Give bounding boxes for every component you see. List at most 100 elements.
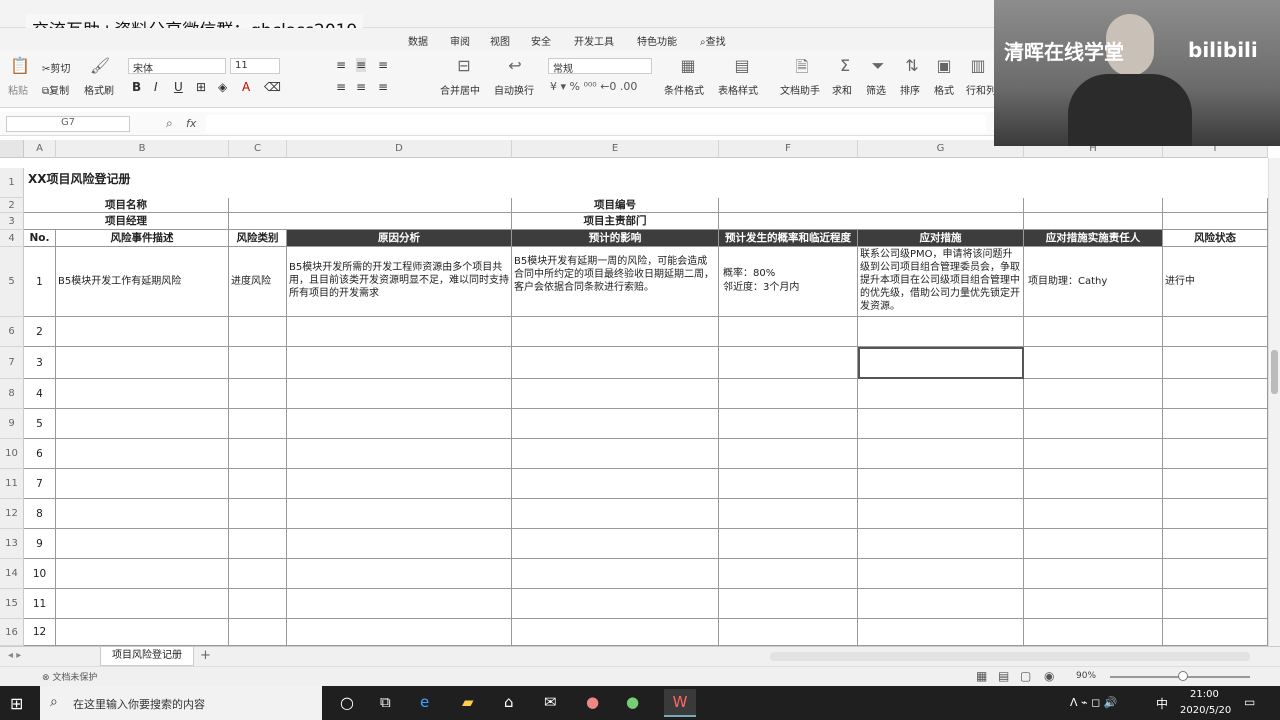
- empty-cell[interactable]: [229, 347, 287, 379]
- empty-cell[interactable]: [1163, 379, 1268, 409]
- tray-icons[interactable]: ᐱ ⌁ ◻ 🔊: [1070, 696, 1117, 709]
- header-owner[interactable]: 应对措施实施责任人: [1024, 230, 1163, 247]
- taskbar-search-box[interactable]: ⌕ 在这里输入你要搜索的内容: [40, 686, 322, 720]
- row-header[interactable]: 16: [0, 619, 24, 646]
- empty-cell[interactable]: [1024, 499, 1163, 529]
- eye-icon[interactable]: ◉: [1044, 669, 1054, 683]
- font-size-select[interactable]: 11: [230, 58, 280, 74]
- empty-cell[interactable]: [56, 317, 229, 347]
- empty-cell[interactable]: [1163, 619, 1268, 646]
- empty-cell[interactable]: [56, 379, 229, 409]
- windows-start-icon[interactable]: ⊞: [10, 694, 23, 713]
- empty-cell[interactable]: [56, 469, 229, 499]
- align-top-icon[interactable]: ≡: [336, 58, 346, 72]
- task-view-icon[interactable]: ⧉: [380, 693, 391, 711]
- owner-cell[interactable]: 项目助理：Cathy: [1024, 247, 1163, 317]
- eraser-icon[interactable]: ⌫: [264, 80, 281, 94]
- empty-cell[interactable]: [1024, 589, 1163, 619]
- empty-cell[interactable]: [229, 559, 287, 589]
- empty-cell[interactable]: [229, 529, 287, 559]
- empty-cell[interactable]: [56, 589, 229, 619]
- empty-cell[interactable]: [512, 559, 719, 589]
- row-header[interactable]: 12: [0, 499, 24, 529]
- empty-cell[interactable]: [858, 317, 1024, 347]
- empty-cell[interactable]: [287, 317, 512, 347]
- risk-no-cell[interactable]: 1: [24, 247, 56, 317]
- risk-no-cell[interactable]: 2: [24, 317, 56, 347]
- empty-cell[interactable]: [287, 559, 512, 589]
- risk-desc-cell[interactable]: B5模块开发工作有延期风险: [56, 247, 229, 317]
- header-response[interactable]: 应对措施: [858, 230, 1024, 247]
- font-color-icon[interactable]: A: [242, 80, 250, 94]
- empty-cell[interactable]: [858, 439, 1024, 469]
- menu-data[interactable]: 数据: [408, 33, 428, 48]
- header-category[interactable]: 风险类别: [229, 230, 287, 247]
- empty-cell[interactable]: [56, 347, 229, 379]
- empty-cell[interactable]: [56, 619, 229, 646]
- sort-button[interactable]: 排序: [900, 82, 920, 97]
- empty-cell[interactable]: [1024, 409, 1163, 439]
- sheet-tab-risk-register[interactable]: 项目风险登记册: [100, 647, 194, 666]
- header-risk-desc[interactable]: 风险事件描述: [56, 230, 229, 247]
- blank-cell[interactable]: [1024, 213, 1163, 230]
- app-icon-2[interactable]: ●: [626, 693, 639, 711]
- empty-cell[interactable]: [229, 499, 287, 529]
- zoom-level[interactable]: 90%: [1076, 671, 1096, 681]
- conditional-format-button[interactable]: 条件格式: [664, 82, 704, 97]
- empty-cell[interactable]: [287, 409, 512, 439]
- doc-protect-status[interactable]: ⊗ 文档未保护: [42, 670, 97, 683]
- row-header[interactable]: 2: [0, 198, 24, 213]
- project-dept-value[interactable]: [719, 213, 1024, 230]
- empty-cell[interactable]: [1024, 439, 1163, 469]
- empty-cell[interactable]: [287, 439, 512, 469]
- row-header[interactable]: 3: [0, 213, 24, 230]
- column-header-e[interactable]: E: [512, 140, 719, 158]
- empty-cell[interactable]: [512, 409, 719, 439]
- empty-cell[interactable]: [858, 619, 1024, 646]
- empty-cell[interactable]: [1024, 619, 1163, 646]
- align-bottom-icon[interactable]: ≡: [378, 58, 388, 72]
- empty-cell[interactable]: [719, 469, 858, 499]
- risk-category-cell[interactable]: 进度风险: [229, 247, 287, 317]
- blank-cell[interactable]: [1163, 198, 1268, 213]
- risk-no-cell[interactable]: 9: [24, 529, 56, 559]
- empty-cell[interactable]: [56, 529, 229, 559]
- risk-no-cell[interactable]: 10: [24, 559, 56, 589]
- empty-cell[interactable]: [229, 409, 287, 439]
- empty-cell[interactable]: [1163, 317, 1268, 347]
- row-header[interactable]: 8: [0, 379, 24, 409]
- blank-cell[interactable]: [1163, 213, 1268, 230]
- empty-cell[interactable]: [1024, 317, 1163, 347]
- view-page-icon[interactable]: ▤: [998, 669, 1009, 683]
- menu-special[interactable]: 特色功能: [637, 33, 677, 48]
- empty-cell[interactable]: [229, 379, 287, 409]
- table-style-button[interactable]: 表格样式: [718, 82, 758, 97]
- empty-cell[interactable]: [512, 439, 719, 469]
- empty-cell[interactable]: [287, 529, 512, 559]
- column-header-d[interactable]: D: [287, 140, 512, 158]
- empty-cell[interactable]: [1024, 379, 1163, 409]
- empty-cell[interactable]: [719, 347, 858, 379]
- header-no[interactable]: No.: [24, 230, 56, 247]
- sheet-nav-arrows[interactable]: ◂ ▸: [8, 650, 21, 661]
- column-header-b[interactable]: B: [56, 140, 229, 158]
- format-button[interactable]: 格式: [934, 82, 954, 97]
- row-header[interactable]: 11: [0, 469, 24, 499]
- empty-cell[interactable]: [287, 347, 512, 379]
- empty-cell[interactable]: [1024, 347, 1163, 379]
- project-name-label[interactable]: 项目名称: [24, 198, 229, 213]
- impact-cell[interactable]: B5模块开发有延期一周的风险，可能会造成合同中所约定的项目最终验收日期延期二周，…: [512, 247, 719, 317]
- risk-no-cell[interactable]: 4: [24, 379, 56, 409]
- empty-cell[interactable]: [858, 409, 1024, 439]
- empty-cell[interactable]: [512, 317, 719, 347]
- zoom-slider-thumb[interactable]: [1178, 671, 1188, 681]
- header-probability[interactable]: 预计发生的概率和临近程度: [719, 230, 858, 247]
- empty-cell[interactable]: [512, 469, 719, 499]
- blank-cell[interactable]: [1024, 198, 1163, 213]
- zoom-lens-icon[interactable]: ⌕: [166, 116, 173, 131]
- empty-cell[interactable]: [229, 317, 287, 347]
- empty-cell[interactable]: [287, 379, 512, 409]
- taskbar-time[interactable]: 21:00: [1190, 689, 1219, 700]
- empty-cell[interactable]: [287, 469, 512, 499]
- underline-button[interactable]: U: [174, 80, 183, 94]
